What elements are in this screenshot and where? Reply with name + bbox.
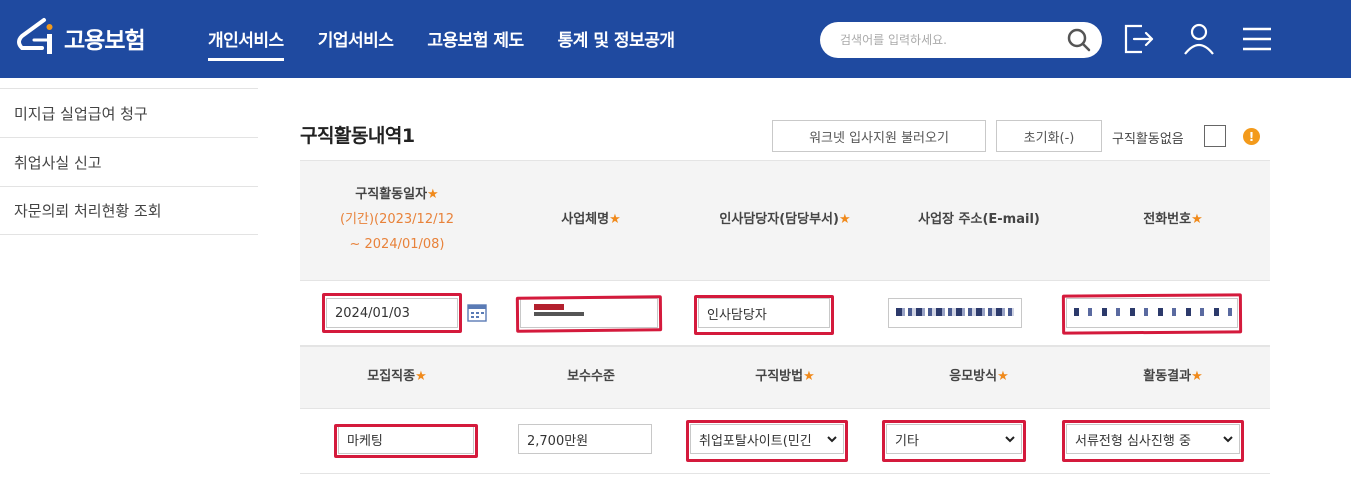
highlight-box-company xyxy=(515,295,663,333)
sidebar: 미지급 실업급여 청구 취업사실 신고 자문의뢰 처리현황 조회 xyxy=(0,88,258,235)
table-header-row-1: 구직활동일자★ (기간)(2023/12/12 ~ 2024/01/08) 사업… xyxy=(300,160,1270,280)
logo[interactable]: 고용보험 xyxy=(14,14,146,62)
highlight-box-phone xyxy=(1061,293,1243,335)
search-input[interactable] xyxy=(840,30,1050,50)
no-activity-label: 구직활동없음 xyxy=(1112,132,1184,147)
nav-personal-services[interactable]: 개인서비스 xyxy=(208,26,284,61)
required-mark: ★ xyxy=(609,212,621,228)
header-address-label: 사업장 주소(E-mail) xyxy=(918,212,1040,228)
header-hr-contact-label: 인사담당자(담당부서) xyxy=(719,212,839,228)
header-job-type: 모집직종★ xyxy=(300,347,494,408)
highlight-box-apply-type xyxy=(882,420,1026,462)
header-method: 구직방법★ xyxy=(688,347,882,408)
top-header: 고용보험 개인서비스 기업서비스 고용보험 제도 통계 및 정보공개 xyxy=(0,0,1351,78)
required-mark: ★ xyxy=(803,369,815,385)
required-mark: ★ xyxy=(427,187,439,203)
main-nav: 개인서비스 기업서비스 고용보험 제도 통계 및 정보공개 xyxy=(208,26,675,61)
highlight-box-date xyxy=(322,293,462,333)
period-line-1: (기간)(2023/12/12 xyxy=(339,212,455,228)
header-date: 구직활동일자★ (기간)(2023/12/12 ~ 2024/01/08) xyxy=(300,161,494,280)
salary-input[interactable]: 2,700만원 xyxy=(518,424,652,454)
required-mark: ★ xyxy=(838,212,851,228)
header-company-label: 사업체명 xyxy=(561,212,610,228)
header-phone: 전화번호★ xyxy=(1076,161,1270,280)
logo-text: 고용보험 xyxy=(64,28,146,54)
header-phone-label: 전화번호 xyxy=(1143,212,1192,228)
highlight-box-result xyxy=(1062,420,1244,462)
nav-statistics[interactable]: 통계 및 정보공개 xyxy=(558,26,675,57)
worknet-import-button[interactable]: 워크넷 입사지원 불러오기 xyxy=(772,120,986,152)
nav-business-services[interactable]: 기업서비스 xyxy=(318,26,394,57)
required-mark: ★ xyxy=(415,369,427,385)
sidebar-item-unpaid-claim[interactable]: 미지급 실업급여 청구 xyxy=(0,88,258,137)
search-box xyxy=(820,22,1102,58)
logout-icon[interactable] xyxy=(1120,20,1158,58)
logo-icon xyxy=(17,18,53,54)
user-icon[interactable] xyxy=(1180,20,1218,58)
highlight-box-method xyxy=(686,420,848,462)
header-apply-type-label: 응모방식 xyxy=(949,369,998,385)
section-title: 구직활동내역1 xyxy=(300,125,415,147)
header-hr-contact: 인사담당자(담당부서)★ xyxy=(688,161,882,280)
header-date-label: 구직활동일자 xyxy=(355,187,428,203)
sidebar-item-consultation-status[interactable]: 자문의뢰 처리현황 조회 xyxy=(0,186,258,235)
sidebar-item-employment-report[interactable]: 취업사실 신고 xyxy=(0,137,258,186)
header-salary-label: 보수수준 xyxy=(567,369,615,385)
header-company: 사업체명★ xyxy=(494,161,688,280)
calendar-icon[interactable] xyxy=(467,302,487,322)
nav-insurance-system[interactable]: 고용보험 제도 xyxy=(427,26,524,57)
header-salary: 보수수준 xyxy=(494,347,688,408)
header-address: 사업장 주소(E-mail) xyxy=(882,161,1076,280)
required-mark: ★ xyxy=(1191,369,1203,385)
reset-button[interactable]: 초기화(-) xyxy=(996,120,1102,152)
no-activity-checkbox[interactable] xyxy=(1204,125,1226,147)
period-line-2: ~ 2024/01/08) xyxy=(349,236,445,252)
header-result-label: 활동결과 xyxy=(1143,369,1192,385)
info-icon[interactable]: ! xyxy=(1243,128,1260,145)
required-mark: ★ xyxy=(1191,212,1203,228)
menu-icon[interactable] xyxy=(1238,20,1276,58)
redacted-mark xyxy=(896,308,1014,316)
header-result: 활동결과★ xyxy=(1076,347,1270,408)
header-method-label: 구직방법 xyxy=(755,369,804,385)
required-mark: ★ xyxy=(997,369,1009,385)
header-job-type-label: 모집직종 xyxy=(367,369,416,385)
table-header-row-2: 모집직종★ 보수수준 구직방법★ 응모방식★ 활동결과★ xyxy=(300,346,1270,408)
header-apply-type: 응모방식★ xyxy=(882,347,1076,408)
highlight-box-job-type xyxy=(334,424,478,458)
highlight-box-hr-contact xyxy=(694,295,834,335)
search-icon[interactable] xyxy=(1066,27,1092,53)
